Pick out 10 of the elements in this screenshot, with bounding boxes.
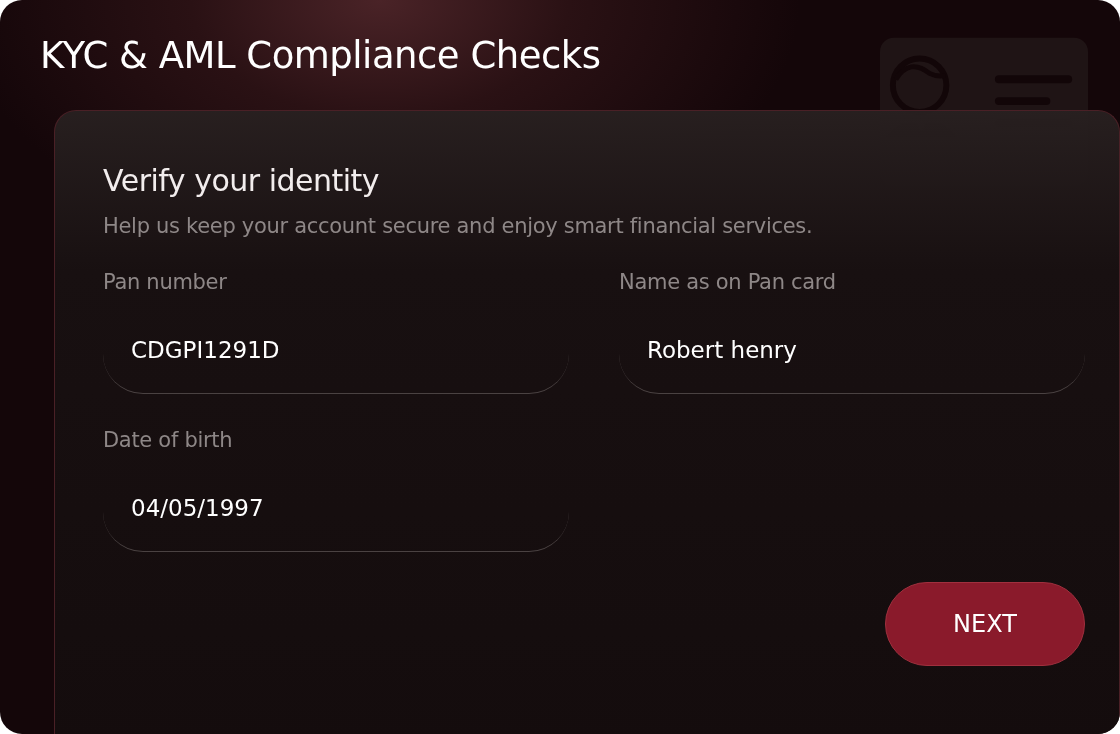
field-label: Date of birth [103, 428, 234, 452]
page-title: KYC & AML Compliance Checks [40, 34, 602, 77]
card-subtitle: Help us keep your account secure and enjoy smart financial services. [103, 214, 814, 238]
field-label: Pan number [103, 270, 228, 294]
input-field[interactable]: 04/05/1997 [103, 472, 569, 552]
next-button[interactable]: NEXT [885, 582, 1085, 666]
field-label: Name as on Pan card [619, 270, 837, 294]
input-field[interactable]: CDGPI1291D [103, 314, 569, 394]
input-field[interactable]: Robert henry [619, 314, 1085, 394]
card-title: Verify your identity [103, 163, 381, 198]
